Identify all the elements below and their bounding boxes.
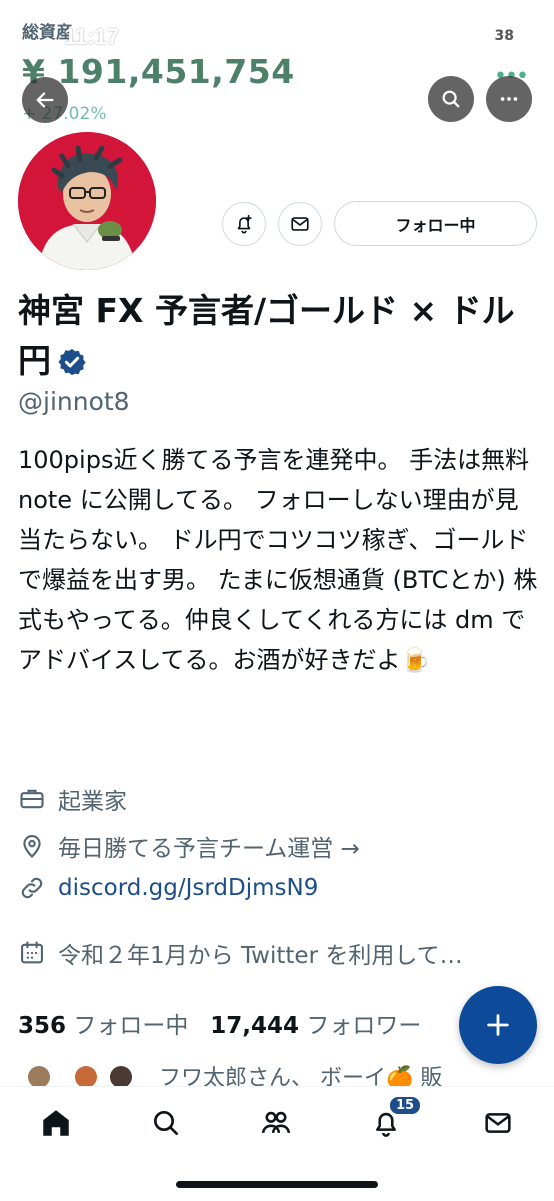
category-row: 起業家 <box>18 782 127 816</box>
briefcase-icon <box>20 789 44 809</box>
tab-communities[interactable] <box>250 1101 302 1145</box>
followed-by-text: フワ太郎さん、 ボーイ🍊 販 <box>159 1066 443 1086</box>
compose-button[interactable] <box>459 986 537 1064</box>
follower-avatar <box>110 1066 132 1086</box>
following-button[interactable]: フォロー中 <box>334 201 537 246</box>
handle: @jinnot8 <box>18 387 130 416</box>
followers-link[interactable]: 17,444 フォロワー <box>210 1013 421 1039</box>
avatar-image <box>18 132 156 270</box>
following-label: フォロー中 <box>73 1013 189 1039</box>
status-time: 11:17 <box>64 24 120 49</box>
battery-icon: 38 <box>488 25 520 46</box>
category-text: 起業家 <box>58 789 127 815</box>
bell-plus-icon <box>237 214 252 234</box>
tab-home[interactable] <box>30 1101 82 1145</box>
notifications-badge: 15 <box>388 1095 423 1116</box>
network-type: 4G <box>456 25 481 45</box>
search-icon <box>442 90 460 108</box>
avatar[interactable] <box>14 128 160 274</box>
follower-avatar <box>75 1066 97 1086</box>
verified-badge-icon <box>57 341 87 391</box>
joined-row: 令和２年1月から Twitter を利用して… <box>18 936 463 970</box>
search-icon <box>154 1111 178 1135</box>
tab-search[interactable] <box>140 1101 192 1145</box>
followers-count: 17,444 <box>210 1013 300 1039</box>
following-link[interactable]: 356 フォロー中 <box>18 1013 188 1039</box>
joined-text: 令和２年1月から Twitter を利用して… <box>58 943 463 969</box>
display-name-text: 神宮 FX 予言者/ゴールド × ドル円 <box>18 291 515 380</box>
search-button[interactable] <box>428 76 474 122</box>
follow-counts: 356 フォロー中 17,444 フォロワー <box>18 1006 421 1040</box>
more-button[interactable] <box>486 76 532 122</box>
message-button[interactable] <box>278 202 322 246</box>
following-count: 356 <box>18 1013 67 1039</box>
display-name: 神宮 FX 予言者/ゴールド × ドル円 <box>18 286 538 391</box>
home-indicator <box>176 1181 378 1188</box>
communities-icon <box>261 1111 291 1134</box>
notify-button[interactable] <box>222 202 266 246</box>
mail-icon <box>485 1113 511 1133</box>
plus-icon <box>487 1014 509 1036</box>
status-icons: 4G 38 <box>426 25 520 46</box>
link-icon <box>21 877 43 899</box>
back-arrow-icon <box>36 92 54 108</box>
website-link[interactable]: discord.gg/JsrdDjmsN9 <box>58 875 318 901</box>
website-row[interactable]: discord.gg/JsrdDjmsN9 <box>18 874 318 902</box>
followed-by-row[interactable]: フワ太郎さん、 ボーイ🍊 販 <box>18 1060 538 1086</box>
tab-messages[interactable] <box>472 1101 524 1145</box>
signal-icon <box>426 28 449 44</box>
location-text: 毎日勝てる予言チーム運営 → <box>58 836 360 862</box>
followers-label: フォロワー <box>306 1013 422 1039</box>
location-pin-icon <box>23 835 41 858</box>
tab-notifications[interactable]: 15 <box>360 1095 423 1145</box>
calendar-icon <box>21 941 43 964</box>
bio: 100pips近く勝てる予言を連発中。 手法は無料 note に公開してる。 フ… <box>18 446 538 674</box>
home-icon <box>43 1110 69 1136</box>
location-row: 毎日勝てる予言チーム運営 → <box>18 829 360 863</box>
follower-avatar <box>28 1066 50 1086</box>
more-icon <box>500 97 518 101</box>
back-button[interactable] <box>22 77 68 123</box>
mail-icon <box>291 217 309 231</box>
